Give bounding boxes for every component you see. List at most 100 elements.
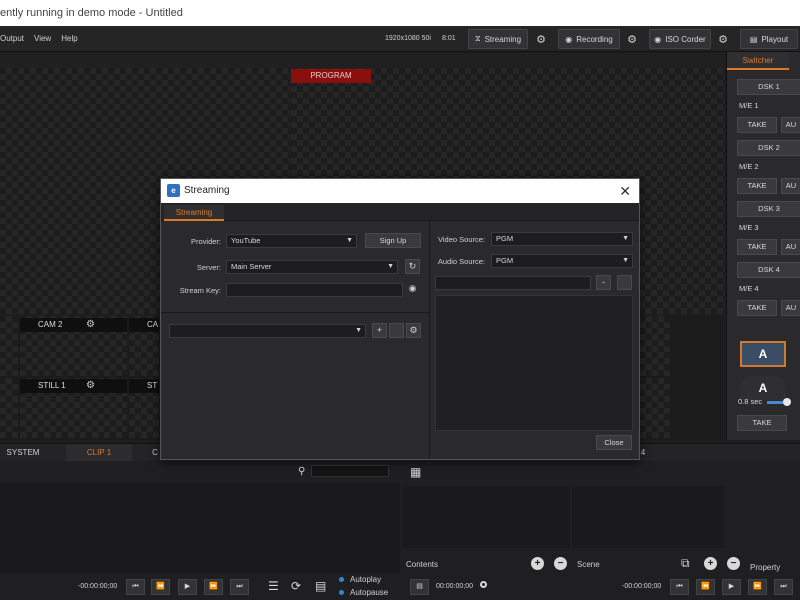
list-icon[interactable]: ☰ [268, 579, 279, 593]
skip-start-button[interactable]: ⏮ [126, 579, 145, 595]
property-label: Property [750, 563, 781, 572]
me2-take-button[interactable]: TAKE [737, 178, 777, 194]
streaming-button[interactable]: ⧖ Streaming [468, 29, 528, 49]
dialog-title-bar: e Streaming ✕ [161, 179, 639, 203]
video-source-select[interactable]: PGM ▼ [491, 232, 633, 246]
tab-system[interactable]: SYSTEM [0, 444, 46, 462]
sign-up-button[interactable]: Sign Up [365, 233, 421, 248]
search-input[interactable] [311, 465, 390, 477]
server-label: Server: [196, 263, 221, 272]
me4-auto-button[interactable]: AU [781, 300, 800, 316]
provider-value: YouTube [231, 236, 261, 245]
input-tile[interactable] [640, 378, 670, 438]
remove-content-button[interactable]: − [554, 557, 567, 570]
skip-end-button[interactable]: ⏭ [230, 579, 249, 595]
server-select[interactable]: Main Server ▼ [226, 260, 398, 274]
input-tile[interactable] [0, 316, 18, 376]
contents-pane[interactable] [403, 486, 570, 548]
iso-corder-button[interactable]: ◉ ISO Corder [649, 29, 711, 49]
remove-overlay-button[interactable]: - [596, 275, 611, 290]
folder-icon[interactable]: ▤ [410, 579, 429, 595]
me2-auto-button[interactable]: AU [781, 178, 800, 194]
me4-label: M/E 4 [739, 284, 759, 293]
transition-duration: 0.8 sec [738, 397, 763, 406]
me3-auto-button[interactable]: AU [781, 239, 800, 255]
input-label-cam2: CAM 2 [20, 318, 127, 332]
program-a-button[interactable]: A [740, 341, 786, 367]
me1-auto-button[interactable]: AU [781, 117, 800, 133]
timeline-handle[interactable] [480, 581, 487, 588]
close-icon[interactable]: ✕ [619, 181, 631, 201]
profile-select[interactable]: ▼ [169, 324, 366, 338]
clapper-icon[interactable]: ▤ [315, 579, 326, 593]
streaming-button-label: Streaming [484, 34, 522, 44]
clip-time-readout: -00:00:00;00 [78, 583, 118, 590]
me4-take-button[interactable]: TAKE [737, 300, 777, 316]
dsk3-button[interactable]: DSK 3 [737, 201, 800, 217]
audio-source-select[interactable]: PGM ▼ [491, 254, 633, 268]
dsk1-button[interactable]: DSK 1 [737, 79, 800, 95]
overlay-option-button[interactable] [617, 275, 632, 290]
grid-view-icon[interactable]: ▦ [410, 465, 421, 479]
me3-label: M/E 3 [739, 223, 759, 232]
take-button[interactable]: TAKE [737, 415, 787, 431]
me1-take-button[interactable]: TAKE [737, 117, 777, 133]
duplicate-icon[interactable]: ⧉ [681, 556, 690, 571]
provider-select[interactable]: YouTube ▼ [226, 234, 357, 248]
play-button[interactable]: ▶ [178, 579, 197, 595]
me3-take-button[interactable]: TAKE [737, 239, 777, 255]
input-tile[interactable] [640, 316, 670, 376]
overlay-input[interactable] [435, 276, 591, 290]
dialog-tab-bar: Streaming [161, 203, 639, 221]
profile-gear-icon[interactable]: ⚙ [406, 323, 421, 338]
input-label: ST [129, 379, 159, 393]
menu-view[interactable]: View [34, 34, 51, 43]
step-back-button[interactable]: ⏪ [696, 579, 715, 595]
tab-streaming[interactable]: Streaming [164, 205, 224, 221]
loop-icon[interactable]: ⟳ [291, 579, 301, 593]
caret-down-icon: ▼ [387, 263, 394, 270]
play-button[interactable]: ▶ [722, 579, 741, 595]
add-profile-button[interactable]: + [372, 323, 387, 338]
remove-profile-button[interactable] [389, 323, 404, 338]
step-forward-button[interactable]: ⏩ [204, 579, 223, 595]
dsk4-button[interactable]: DSK 4 [737, 262, 800, 278]
autopause-indicator[interactable] [339, 590, 344, 595]
tab-switcher[interactable]: Switcher [727, 52, 789, 70]
skip-end-button[interactable]: ⏭ [774, 579, 793, 595]
remove-scene-button[interactable]: − [727, 557, 740, 570]
recording-gear-icon[interactable]: ⚙ [623, 29, 641, 49]
stream-key-input[interactable] [226, 283, 403, 297]
recording-button[interactable]: ◉ Recording [558, 29, 620, 49]
eye-icon[interactable]: ◉ [405, 282, 420, 297]
input-tile[interactable] [0, 378, 18, 438]
add-content-button[interactable]: + [531, 557, 544, 570]
caret-down-icon: ▼ [346, 237, 353, 244]
menu-help[interactable]: Help [61, 34, 77, 43]
refresh-icon[interactable]: ↻ [405, 259, 420, 274]
streaming-gear-icon[interactable]: ⚙ [532, 29, 550, 49]
gear-icon[interactable]: ⚙ [86, 318, 95, 332]
menu-output[interactable]: Output [0, 34, 24, 43]
autoplay-indicator[interactable] [339, 577, 344, 582]
scene-remaining-readout: -00:00:00;00 [622, 583, 662, 590]
record-icon: ◉ [565, 34, 573, 44]
playout-button[interactable]: ▤ Playout [740, 29, 798, 49]
tab-clip1[interactable]: CLIP 1 [66, 444, 132, 462]
scene-pane[interactable] [572, 486, 724, 548]
step-back-button[interactable]: ⏪ [151, 579, 170, 595]
dialog-title: Streaming [184, 185, 230, 196]
gear-icon[interactable]: ⚙ [86, 379, 95, 393]
window-title: ently running in demo mode - Untitled [0, 7, 183, 19]
skip-start-button[interactable]: ⏮ [670, 579, 689, 595]
streaming-dialog: e Streaming ✕ Streaming Provider: YouTub… [160, 178, 640, 460]
duration-slider-handle[interactable] [783, 398, 791, 406]
dsk2-button[interactable]: DSK 2 [737, 140, 800, 156]
playout-icon: ▤ [749, 34, 758, 44]
me1-label: M/E 1 [739, 101, 759, 110]
add-scene-button[interactable]: + [704, 557, 717, 570]
clip-list[interactable] [0, 482, 400, 574]
step-forward-button[interactable]: ⏩ [748, 579, 767, 595]
iso-gear-icon[interactable]: ⚙ [714, 29, 732, 49]
close-button[interactable]: Close [596, 435, 632, 450]
